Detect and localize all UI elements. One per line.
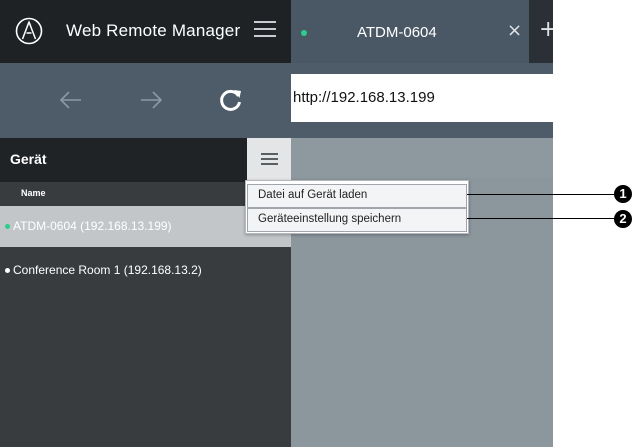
audio-technica-logo-icon	[15, 17, 43, 45]
content-header	[291, 138, 553, 178]
plus-icon: +	[539, 17, 553, 42]
callout-number-badge: 1	[614, 185, 632, 203]
menu-item-load-file[interactable]: Datei auf Gerät laden	[247, 184, 467, 208]
new-tab-button[interactable]: +	[529, 0, 553, 63]
column-header-name: Name	[21, 188, 46, 198]
sidebar-header: Gerät	[0, 138, 291, 182]
hamburger-icon-bar	[254, 28, 276, 30]
sidebar-title: Gerät	[10, 151, 47, 167]
brand-area: Web Remote Manager	[0, 0, 291, 63]
device-tab[interactable]: ATDM-0604 ×	[291, 0, 529, 63]
url-text: http://192.168.13.199	[293, 89, 435, 106]
sidebar-menu-button[interactable]	[247, 138, 291, 180]
sidebar-dropdown-menu: Datei auf Gerät laden Geräteeinstellung …	[245, 180, 469, 234]
hamburger-icon-bar	[261, 163, 278, 165]
hamburger-icon-bar	[254, 35, 276, 37]
title-bar: Web Remote Manager ATDM-0604 × +	[0, 0, 553, 63]
status-dot-icon	[5, 224, 10, 229]
arrow-right-icon	[141, 91, 163, 109]
menu-item-label: Datei auf Gerät laden	[258, 189, 368, 201]
device-label: ATDM-0604 (192.168.13.199)	[13, 219, 172, 233]
back-button[interactable]	[56, 85, 86, 115]
device-label: Conference Room 1 (192.168.13.2)	[13, 263, 202, 277]
callout-line	[467, 218, 617, 219]
status-dot-icon	[301, 30, 307, 36]
app-menu-button[interactable]	[254, 21, 276, 41]
hamburger-icon-bar	[261, 153, 278, 155]
app-title: Web Remote Manager	[66, 21, 241, 40]
menu-item-save-settings[interactable]: Geräteeinstellung speichern	[247, 208, 467, 232]
forward-button[interactable]	[136, 85, 166, 115]
menu-item-label: Geräteeinstellung speichern	[258, 213, 402, 225]
callout-line	[467, 194, 617, 195]
device-row[interactable]: Conference Room 1 (192.168.13.2)	[0, 250, 291, 291]
reload-button[interactable]	[216, 85, 246, 115]
status-dot-icon	[5, 268, 10, 273]
arrow-left-icon	[59, 91, 81, 109]
hamburger-icon-bar	[254, 21, 276, 23]
callout-number-badge: 2	[614, 210, 632, 228]
tab-label: ATDM-0604	[357, 24, 437, 41]
url-field[interactable]: http://192.168.13.199	[291, 74, 553, 122]
tab-close-button[interactable]: ×	[507, 22, 522, 40]
hamburger-icon-bar	[261, 158, 278, 160]
